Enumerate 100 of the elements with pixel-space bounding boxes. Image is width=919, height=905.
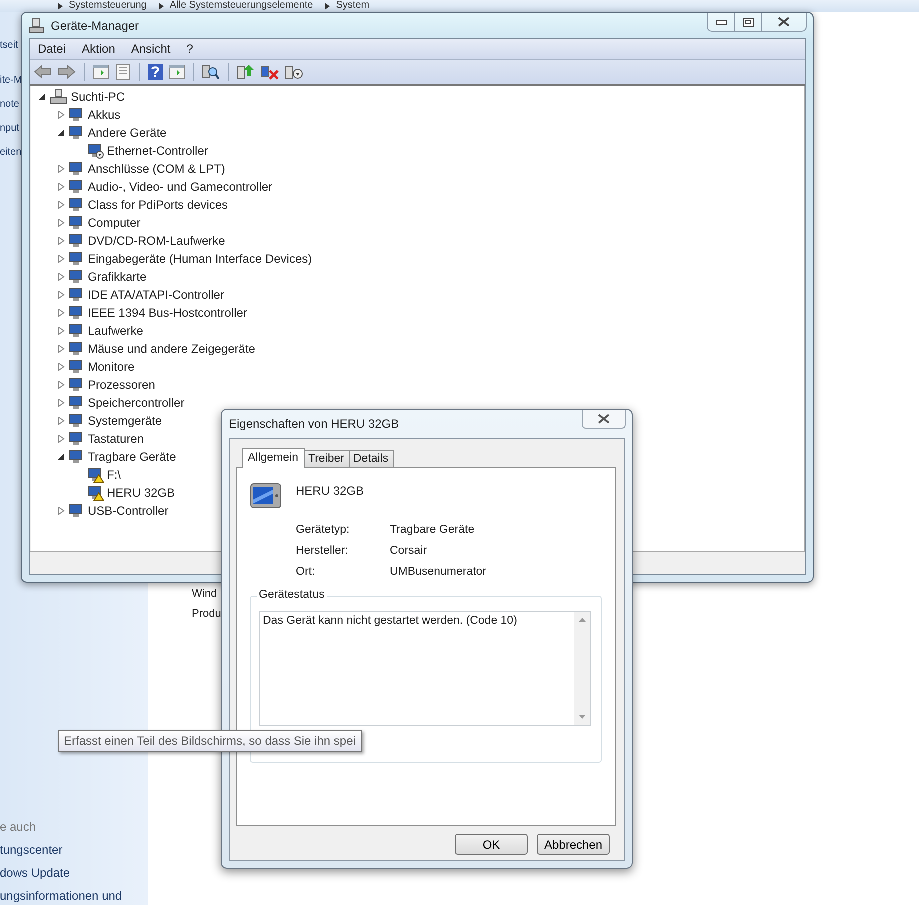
tree-item[interactable]: Akkus — [88, 107, 121, 123]
tree-item[interactable]: Audio-, Video- und Gamecontroller — [88, 179, 273, 195]
tree-item[interactable]: Systemgeräte — [88, 413, 162, 429]
tree-item[interactable]: Tragbare Geräte — [88, 449, 176, 465]
menu-item[interactable]: Datei — [38, 42, 66, 56]
device-icon — [69, 287, 85, 303]
menu-item[interactable]: Ansicht — [131, 42, 171, 56]
info-label: Wind — [192, 588, 218, 600]
sidebar-link[interactable]: nput — [0, 122, 20, 135]
breadcrumb-arrow-icon — [325, 2, 330, 10]
close-button[interactable] — [582, 410, 626, 429]
field-label: Hersteller: — [296, 545, 350, 557]
monitor-search-icon[interactable] — [202, 64, 220, 80]
menu-item[interactable]: Aktion — [82, 42, 116, 56]
window-title: Geräte-Manager — [51, 18, 140, 32]
field-value: Tragbare Geräte — [390, 524, 476, 536]
device-icon — [69, 395, 85, 411]
device-down-arrow-icon[interactable] — [285, 64, 303, 80]
expand-arrow-icon[interactable] — [58, 453, 65, 461]
tree-item[interactable]: Monitore — [88, 359, 135, 375]
dialog-title: Eigenschaften von HERU 32GB — [229, 417, 400, 431]
device-icon — [69, 269, 85, 285]
device-icon — [69, 341, 85, 357]
sidebar-link[interactable]: dows Update — [0, 866, 70, 880]
tree-item[interactable]: Prozessoren — [88, 377, 156, 393]
device-icon — [69, 305, 85, 321]
sidebar-link[interactable]: tseit — [0, 39, 18, 52]
panel-icon[interactable] — [169, 65, 185, 79]
info-label: Produ — [192, 608, 222, 620]
device-icon — [69, 179, 85, 195]
tree-item[interactable]: Suchti-PC — [71, 89, 126, 105]
device-icon — [69, 359, 85, 375]
close-icon — [598, 414, 610, 424]
tree-item[interactable]: IDE ATA/ATAPI-Controller — [88, 287, 224, 303]
field-value: Corsair — [390, 545, 428, 557]
computer-icon — [50, 89, 68, 105]
device-icon — [69, 197, 85, 213]
tree-item[interactable]: Class for PdiPorts devices — [88, 197, 228, 213]
computer-icon — [29, 18, 45, 34]
device-icon — [69, 413, 85, 429]
tree-item[interactable]: Computer — [88, 215, 141, 231]
tooltip: Erfasst einen Teil des Bildschirms, so dass Sie ihn spei — [58, 730, 362, 752]
expand-arrow-icon[interactable] — [39, 93, 46, 101]
device-icon — [69, 125, 85, 141]
device-icon — [69, 107, 85, 123]
breadcrumb-arrow-icon — [58, 2, 63, 10]
tree-item[interactable]: Andere Geräte — [88, 125, 167, 141]
group-title: Gerätestatus — [257, 589, 327, 601]
device-x-icon[interactable] — [261, 64, 279, 80]
device-icon — [69, 215, 85, 231]
tree-item[interactable]: HERU 32GB — [107, 485, 176, 501]
tree-item[interactable]: Speichercontroller — [88, 395, 185, 411]
portable-device-icon — [250, 482, 282, 510]
sidebar-link[interactable]: ungsinformationen und — [0, 889, 122, 903]
tree-item[interactable]: Eingabegeräte (Human Interface Devices) — [88, 251, 312, 267]
sidebar-link[interactable]: eiten — [0, 146, 22, 159]
maximize-icon — [742, 18, 754, 26]
device-name: HERU 32GB — [296, 483, 364, 498]
device-icon — [69, 161, 85, 177]
field-label: Ort: — [296, 566, 316, 578]
help-icon[interactable] — [148, 64, 163, 80]
device-icon — [69, 503, 85, 519]
dialog-button[interactable]: OK — [455, 834, 528, 855]
back-arrow-icon[interactable] — [34, 65, 52, 79]
forward-arrow-icon[interactable] — [58, 65, 76, 79]
close-icon — [778, 17, 790, 27]
tab[interactable]: Allgemein — [242, 448, 304, 468]
dialog-button[interactable]: Abbrechen — [537, 834, 610, 855]
tree-item[interactable]: USB-Controller — [88, 503, 169, 519]
breadcrumb-item[interactable]: System — [336, 0, 370, 12]
field-label: Gerätetyp: — [296, 524, 351, 536]
field-value: UMBusenumerator — [390, 566, 488, 578]
sidebar-link[interactable]: note — [0, 98, 20, 111]
tree-item[interactable]: F:\ — [107, 467, 121, 483]
device-icon — [69, 251, 85, 267]
device-icon — [69, 323, 85, 339]
tree-item[interactable]: Anschlüsse (COM & LPT) — [88, 161, 226, 177]
tree-item[interactable]: Mäuse und andere Zeigegeräte — [88, 341, 256, 357]
see-also-heading: e auch — [0, 820, 36, 834]
device-icon — [69, 431, 85, 447]
tree-item[interactable]: Grafikkarte — [88, 269, 147, 285]
breadcrumb-item[interactable]: Alle Systemsteuerungselemente — [170, 0, 314, 12]
tab[interactable]: Details — [348, 450, 394, 467]
tree-item[interactable]: DVD/CD-ROM-Laufwerke — [88, 233, 226, 249]
menu-item[interactable]: ? — [186, 42, 194, 56]
panel-icon[interactable] — [93, 65, 109, 79]
sheet-icon[interactable] — [115, 64, 131, 80]
tab[interactable]: Treiber — [304, 450, 350, 467]
tree-item[interactable]: IEEE 1394 Bus-Hostcontroller — [88, 305, 248, 321]
device-up-arrow-icon[interactable] — [237, 64, 255, 80]
device-icon — [69, 449, 85, 465]
tree-item[interactable]: Laufwerke — [88, 323, 144, 339]
minimize-icon — [716, 20, 726, 24]
breadcrumb-arrow-icon — [158, 2, 164, 10]
sidebar-link[interactable]: tungscenter — [0, 843, 63, 857]
tree-item[interactable]: Tastaturen — [88, 431, 144, 447]
device-icon — [69, 377, 85, 393]
expand-arrow-icon[interactable] — [58, 129, 65, 137]
device-icon — [69, 233, 85, 249]
breadcrumb-item[interactable]: Systemsteuerung — [69, 0, 147, 12]
